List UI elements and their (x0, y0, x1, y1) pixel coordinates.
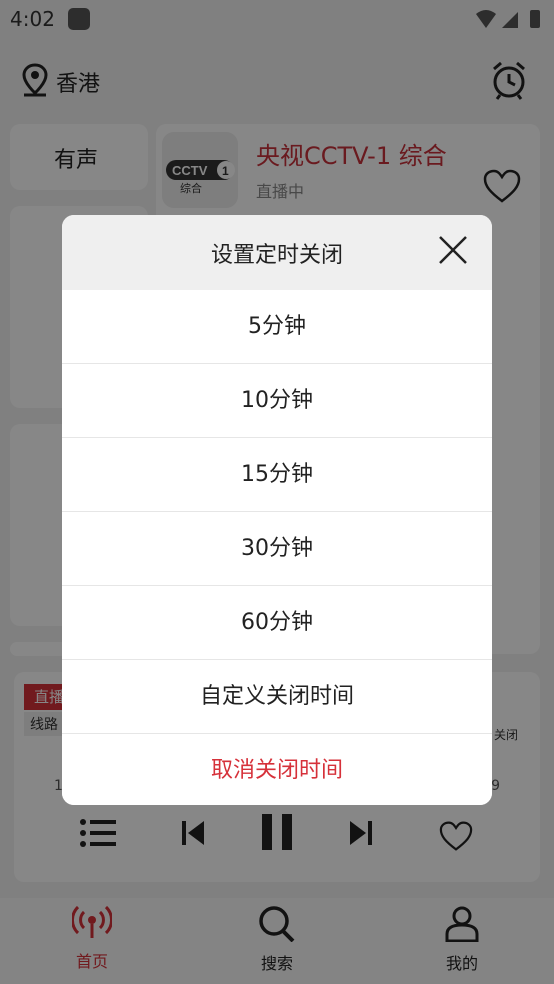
timer-option-5[interactable]: 5分钟 (62, 290, 492, 364)
dialog-header: 设置定时关闭 (62, 215, 492, 290)
timer-option-custom[interactable]: 自定义关闭时间 (62, 660, 492, 734)
cancel-timer-button[interactable]: 取消关闭时间 (62, 734, 492, 805)
timer-option-30[interactable]: 30分钟 (62, 512, 492, 586)
sleep-timer-dialog: 设置定时关闭 5分钟 10分钟 15分钟 30分钟 60分钟 自定义关闭时间 取… (62, 215, 492, 805)
dialog-title: 设置定时关闭 (210, 243, 343, 268)
timer-option-10[interactable]: 10分钟 (62, 364, 492, 438)
timer-option-60[interactable]: 60分钟 (62, 586, 492, 660)
timer-option-15[interactable]: 15分钟 (62, 438, 492, 512)
close-icon[interactable] (436, 233, 470, 267)
